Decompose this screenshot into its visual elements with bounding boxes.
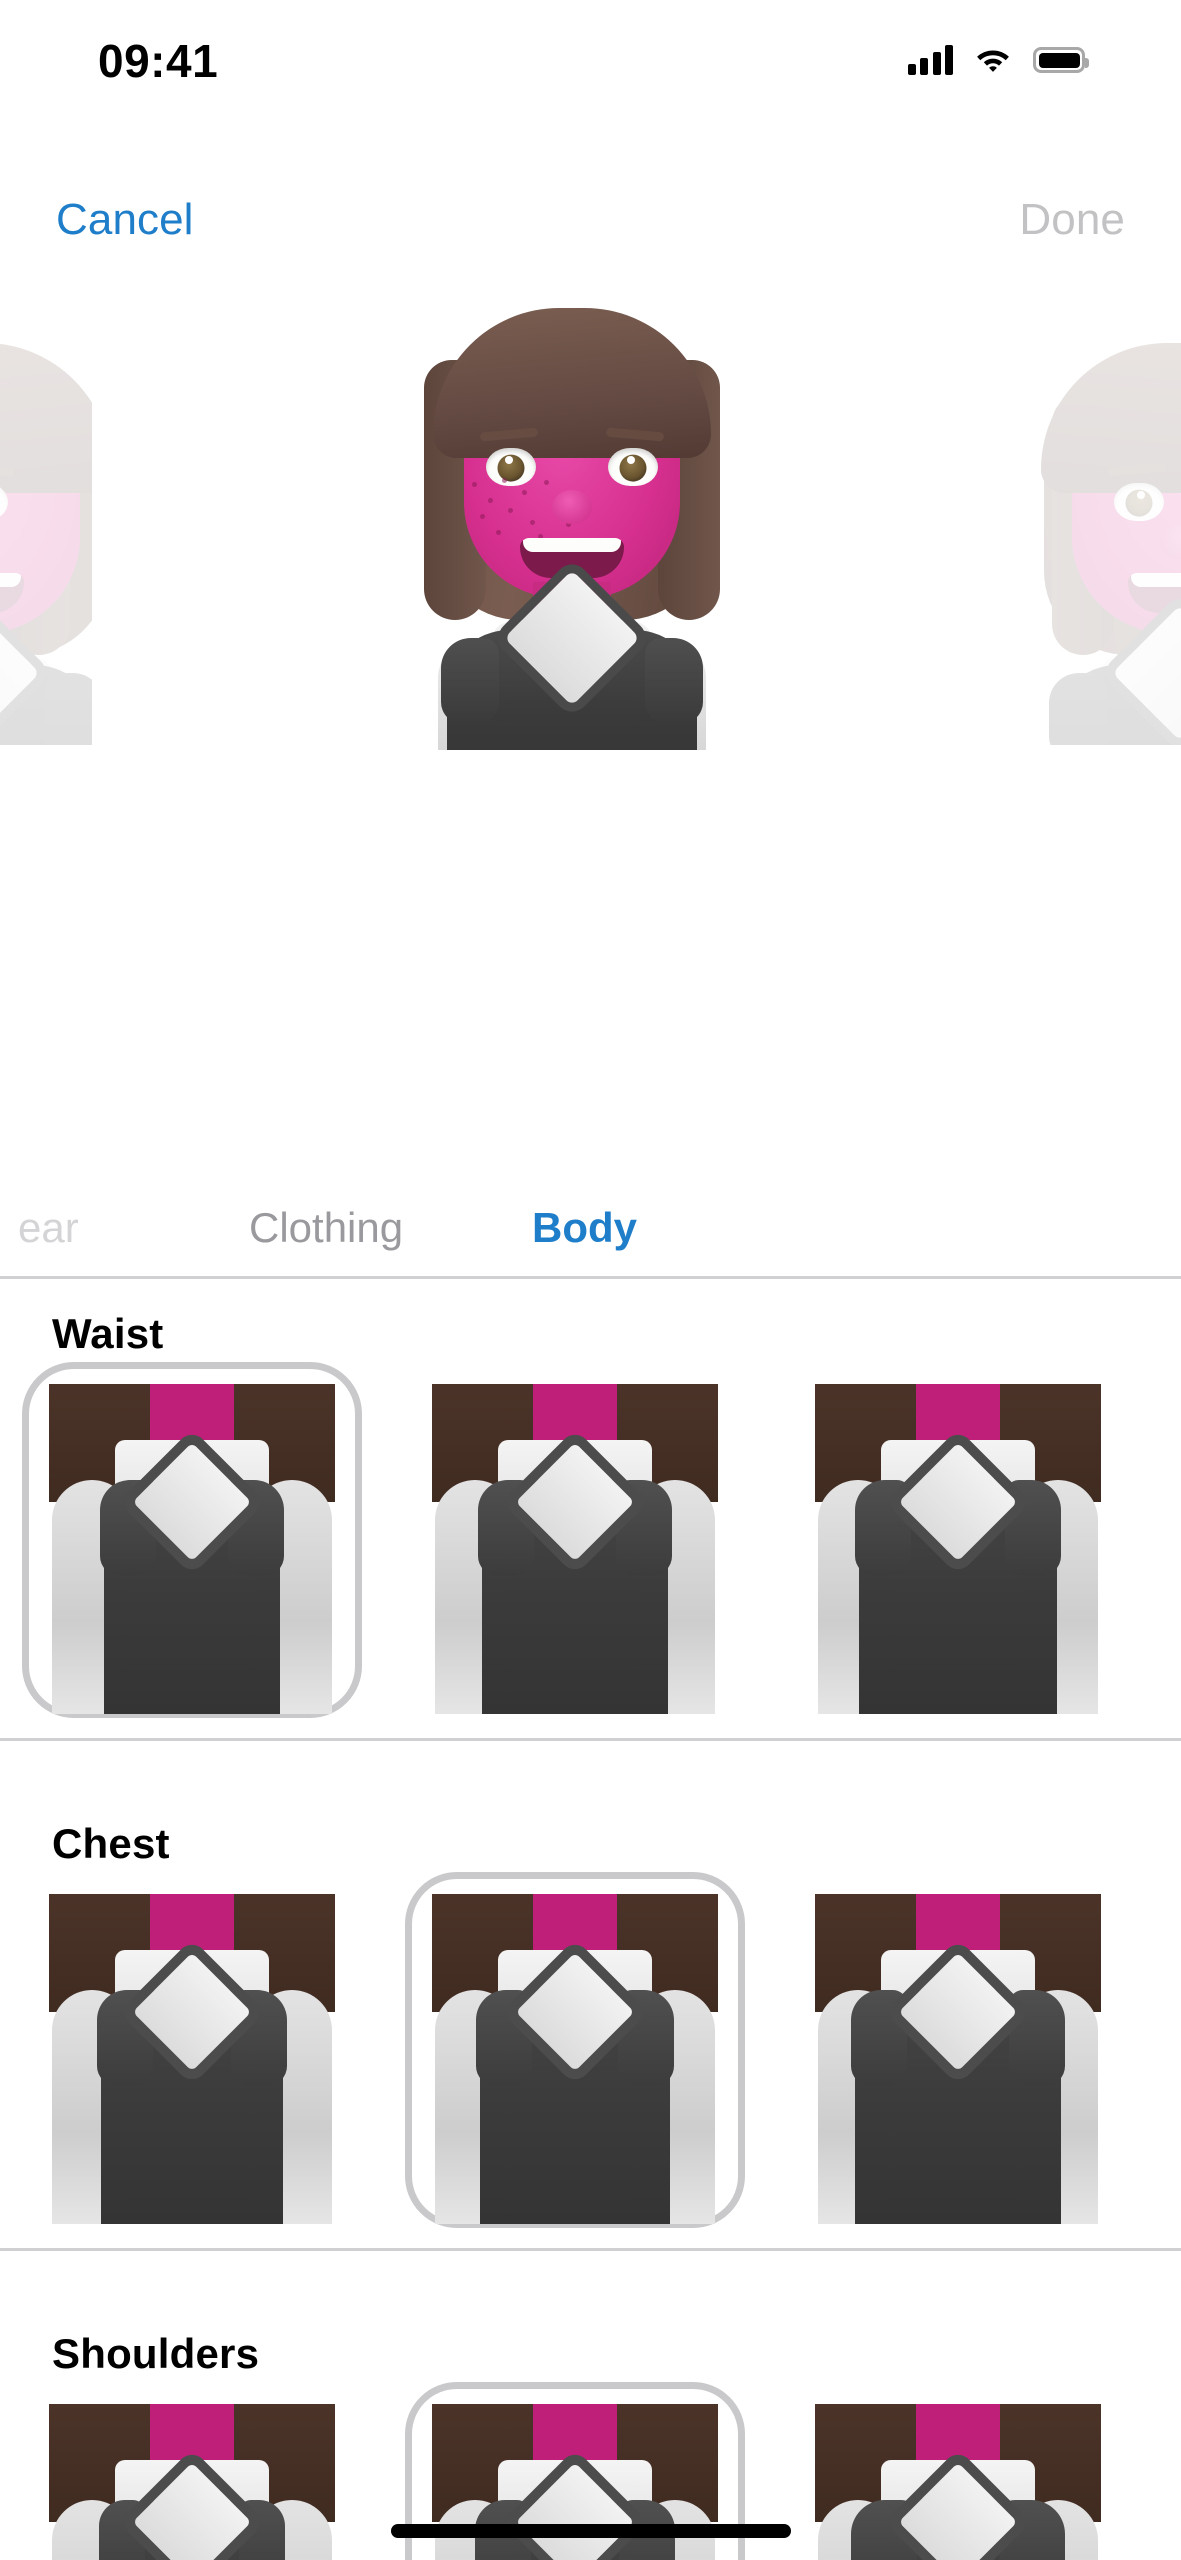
chest-option-1[interactable] — [0, 1884, 383, 2238]
status-bar: 09:41 — [0, 0, 1181, 112]
section-separator — [0, 2248, 1181, 2251]
home-indicator[interactable] — [390, 2524, 791, 2538]
cellular-signal-icon — [907, 45, 953, 75]
memoji-avatar-previous[interactable] — [0, 225, 92, 745]
tab-body[interactable]: Body — [532, 1204, 637, 1252]
category-tab-bar[interactable]: ear Clothing Body — [0, 1180, 1181, 1276]
shoulders-option-3[interactable] — [766, 2394, 1149, 2560]
wifi-icon — [975, 46, 1011, 74]
memoji-avatar-current[interactable] — [402, 190, 742, 750]
chest-option-row — [0, 1872, 1181, 2238]
waist-option-row — [0, 1362, 1181, 1728]
battery-icon — [1033, 47, 1089, 73]
tab-headwear[interactable]: ear — [18, 1204, 79, 1252]
chest-option-3[interactable] — [766, 1884, 1149, 2238]
memoji-editor-screen: 09:41 Cancel Done ear Clothing Body Wais… — [0, 0, 1181, 2560]
chest-option-2[interactable] — [383, 1872, 766, 2238]
memoji-avatar-next[interactable] — [1030, 225, 1181, 745]
section-title-chest: Chest — [52, 1820, 170, 1867]
waist-option-2[interactable] — [383, 1374, 766, 1728]
tab-bar-separator — [0, 1276, 1181, 1279]
waist-option-3[interactable] — [766, 1374, 1149, 1728]
status-bar-time: 09:41 — [98, 35, 219, 87]
waist-option-1[interactable] — [0, 1362, 383, 1728]
shoulders-option-1[interactable] — [0, 2394, 383, 2560]
section-title-waist: Waist — [52, 1310, 164, 1357]
section-title-shoulders: Shoulders — [52, 2330, 260, 2377]
memoji-preview-carousel[interactable] — [0, 300, 1181, 750]
section-separator — [0, 1738, 1181, 1741]
status-bar-icons — [907, 37, 1089, 75]
tab-clothing[interactable]: Clothing — [249, 1204, 403, 1252]
